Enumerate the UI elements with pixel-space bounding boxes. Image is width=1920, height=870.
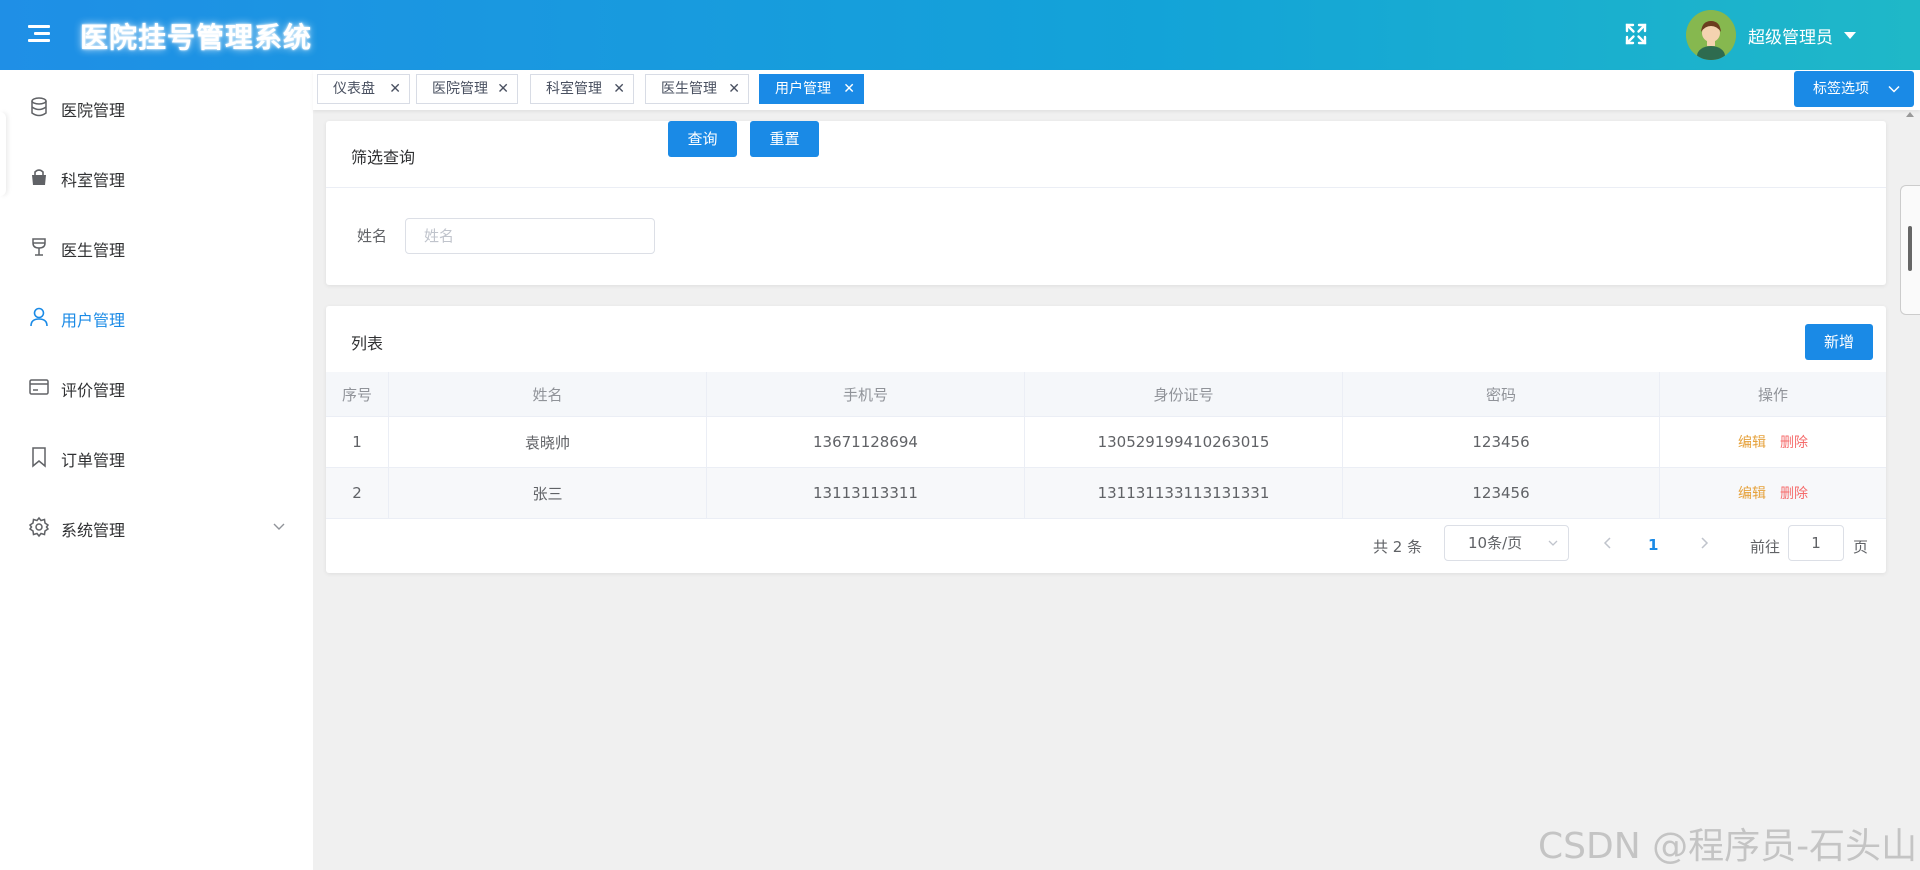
goto-page-input[interactable] — [1788, 525, 1844, 561]
name-search-input[interactable] — [405, 218, 655, 254]
caret-down-icon[interactable] — [1844, 32, 1856, 39]
sidebar-item-review[interactable]: 评价管理 — [0, 362, 313, 412]
list-panel: 列表 新增 序号 姓名 手机号 身份证号 密码 操作 1 袁晓帅 1367112… — [326, 306, 1886, 573]
edit-button[interactable]: 编辑 — [1738, 432, 1766, 452]
edit-button[interactable]: 编辑 — [1738, 483, 1766, 503]
add-button[interactable]: 新增 — [1805, 324, 1873, 360]
sidebar-item-user[interactable]: 用户管理 — [0, 292, 313, 342]
tab-label: 科室管理 — [546, 81, 602, 97]
database-icon — [31, 97, 47, 117]
tab-department[interactable]: 科室管理 ✕ — [530, 74, 634, 104]
cell-actions: 编辑 删除 — [1660, 468, 1886, 518]
close-icon[interactable]: ✕ — [843, 75, 855, 103]
column-header: 身份证号 — [1025, 372, 1343, 416]
close-icon[interactable]: ✕ — [497, 75, 509, 103]
close-icon[interactable]: ✕ — [728, 75, 740, 103]
cell-phone: 13113113311 — [707, 468, 1025, 518]
page-suffix-label: 页 — [1853, 538, 1869, 556]
chevron-right-icon[interactable] — [1697, 535, 1711, 551]
cell-id-card: 131131133113131331 — [1025, 468, 1343, 518]
tab-hospital[interactable]: 医院管理 ✕ — [416, 74, 518, 104]
pagination-total: 共 2 条 — [1373, 538, 1423, 556]
sidebar-item-label: 医生管理 — [61, 241, 126, 260]
tab-options-button[interactable]: 标签选项 — [1794, 71, 1914, 107]
scroll-up-arrow-icon[interactable] — [1906, 112, 1914, 117]
cell-index: 1 — [326, 417, 389, 467]
tab-doctor[interactable]: 医生管理 ✕ — [645, 74, 749, 104]
page-number-current[interactable]: 1 — [1648, 536, 1658, 554]
column-header: 姓名 — [389, 372, 707, 416]
chevron-down-icon — [1888, 85, 1900, 93]
delete-button[interactable]: 删除 — [1780, 483, 1808, 503]
sidebar-item-label: 系统管理 — [61, 521, 126, 540]
user-icon — [30, 307, 48, 327]
chevron-down-icon — [273, 523, 285, 530]
table-row: 2 张三 13113113311 131131133113131331 1234… — [326, 468, 1886, 519]
sidebar: 医院管理 科室管理 医生管理 用户管理 评价管理 订单管理 系统管理 — [0, 70, 313, 870]
user-avatar-icon — [1686, 10, 1736, 60]
sidebar-item-department[interactable]: 科室管理 — [0, 152, 313, 202]
tab-dashboard[interactable]: 仪表盘 ✕ — [317, 74, 410, 104]
bag-icon — [32, 169, 46, 185]
close-icon[interactable]: ✕ — [389, 75, 401, 103]
bookmark-icon — [32, 447, 46, 468]
menu-toggle-icon[interactable] — [28, 22, 52, 46]
tab-label: 仪表盘 — [333, 81, 375, 97]
sidebar-item-label: 评价管理 — [61, 381, 126, 400]
table-header-row: 序号 姓名 手机号 身份证号 密码 操作 — [326, 372, 1886, 417]
fullscreen-icon[interactable] — [1624, 22, 1648, 46]
cell-password: 123456 — [1343, 417, 1660, 467]
tab-label: 用户管理 — [775, 81, 831, 97]
column-header: 序号 — [326, 372, 389, 416]
cell-password: 123456 — [1343, 468, 1660, 518]
filter-panel: 筛选查询 姓名 查询 重置 — [326, 121, 1886, 285]
cell-phone: 13671128694 — [707, 417, 1025, 467]
sidebar-item-label: 订单管理 — [61, 451, 126, 470]
chevron-down-icon — [1548, 540, 1558, 546]
sidebar-item-system[interactable]: 系统管理 — [0, 502, 313, 552]
tab-user[interactable]: 用户管理 ✕ — [759, 74, 864, 104]
cell-name: 袁晓帅 — [389, 417, 707, 467]
close-icon[interactable]: ✕ — [613, 75, 625, 103]
tab-label: 医生管理 — [661, 81, 717, 97]
filter-title: 筛选查询 — [351, 148, 416, 167]
tab-label: 医院管理 — [432, 81, 488, 97]
cell-actions: 编辑 删除 — [1660, 417, 1886, 467]
sidebar-item-order[interactable]: 订单管理 — [0, 432, 313, 482]
cell-index: 2 — [326, 468, 389, 518]
top-header: 医院挂号管理系统 超级管理员 — [0, 0, 1920, 70]
app-title: 医院挂号管理系统 — [80, 21, 313, 54]
tab-options-label: 标签选项 — [1813, 81, 1869, 97]
page-size-value: 10条/页 — [1468, 534, 1523, 552]
query-button[interactable]: 查询 — [668, 121, 737, 157]
table-row: 1 袁晓帅 13671128694 130529199410263015 123… — [326, 417, 1886, 468]
sidebar-item-doctor[interactable]: 医生管理 — [0, 222, 313, 272]
cell-name: 张三 — [389, 468, 707, 518]
chevron-left-icon[interactable] — [1601, 535, 1615, 551]
delete-button[interactable]: 删除 — [1780, 432, 1808, 452]
sidebar-item-label: 医院管理 — [61, 101, 126, 120]
name-label: 姓名 — [357, 227, 388, 245]
goto-label: 前往 — [1750, 538, 1781, 556]
watermark: CSDN @程序员-石头山 — [1538, 826, 1918, 867]
card-icon — [29, 379, 49, 395]
scrollbar-thumb[interactable] — [1908, 226, 1912, 271]
sidebar-item-hospital[interactable]: 医院管理 — [0, 82, 313, 132]
sidebar-item-label: 用户管理 — [61, 311, 126, 330]
page-size-select[interactable]: 10条/页 — [1444, 525, 1569, 561]
user-name[interactable]: 超级管理员 — [1748, 23, 1833, 48]
column-header: 密码 — [1343, 372, 1660, 416]
cell-id-card: 130529199410263015 — [1025, 417, 1343, 467]
gear-icon — [28, 516, 50, 538]
column-header: 手机号 — [707, 372, 1025, 416]
reset-button[interactable]: 重置 — [750, 121, 819, 157]
avatar[interactable] — [1686, 10, 1736, 60]
sidebar-item-label: 科室管理 — [61, 171, 126, 190]
column-header: 操作 — [1757, 385, 1788, 404]
divider — [326, 187, 1886, 188]
list-title: 列表 — [351, 334, 384, 353]
tags-view-bar: 仪表盘 ✕ 医院管理 ✕ 科室管理 ✕ 医生管理 ✕ 用户管理 ✕ 标签选项 — [313, 70, 1920, 110]
glass-icon — [32, 238, 46, 256]
